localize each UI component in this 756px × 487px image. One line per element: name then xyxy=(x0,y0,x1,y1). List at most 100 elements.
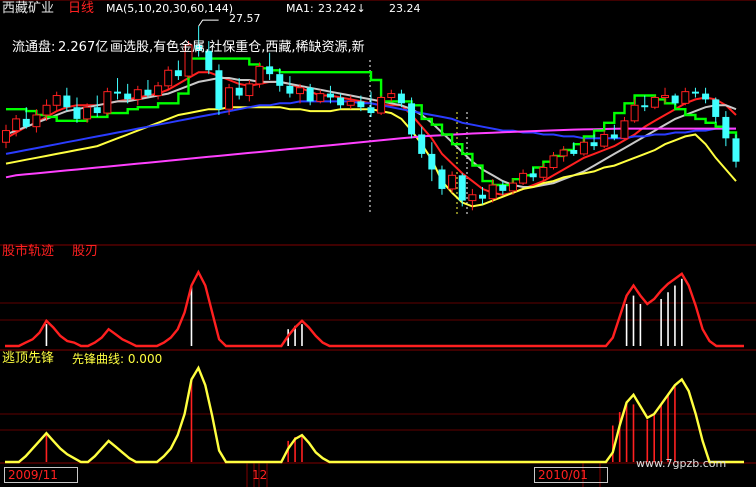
candle-body xyxy=(306,87,314,102)
candle-body xyxy=(549,155,558,169)
candle-down xyxy=(610,124,618,141)
candle-down xyxy=(499,181,507,195)
candle-up xyxy=(133,85,142,106)
candle-body xyxy=(499,185,507,191)
candle-body xyxy=(22,118,30,127)
candle-body xyxy=(590,142,598,147)
candle-down xyxy=(428,142,436,182)
candle-body xyxy=(245,83,254,97)
candle-body xyxy=(428,153,436,170)
candle-body xyxy=(610,134,618,139)
candle-body xyxy=(367,107,375,114)
candle-body xyxy=(519,172,528,184)
candle-body xyxy=(52,95,61,106)
candle-down xyxy=(712,97,720,123)
candle-up xyxy=(52,91,61,112)
pioneer-title: 逃顶先锋 xyxy=(2,351,55,366)
candle-down xyxy=(418,126,426,158)
candle-body xyxy=(468,194,477,202)
candle-down xyxy=(641,95,649,112)
date-label-mid: 12 xyxy=(252,468,268,482)
candle-body xyxy=(661,95,670,98)
candle-body xyxy=(73,107,81,119)
candle-down xyxy=(408,97,416,139)
candle-down xyxy=(266,52,274,80)
candle-body xyxy=(266,66,274,75)
candle-body xyxy=(488,184,497,200)
candle-body xyxy=(255,65,264,85)
candle-body xyxy=(83,106,92,120)
candle-body xyxy=(286,85,294,94)
candle-up xyxy=(316,89,325,104)
candle-body xyxy=(337,97,345,106)
candle-up xyxy=(559,146,568,162)
candle-body xyxy=(722,116,730,139)
candle-body xyxy=(732,138,740,162)
period-label[interactable]: 日线 xyxy=(68,2,94,16)
candle-down xyxy=(691,87,699,98)
candle-body xyxy=(479,194,487,199)
candle-body xyxy=(408,103,416,135)
candle-down xyxy=(114,78,122,100)
candle-down xyxy=(73,97,81,123)
candle-body xyxy=(2,130,10,143)
ma1-value: 23.242↓ xyxy=(318,2,366,15)
candle-body xyxy=(448,174,457,190)
candle-body xyxy=(650,96,659,108)
candle-body xyxy=(12,118,21,132)
candle-body xyxy=(235,87,243,96)
candle-body xyxy=(620,120,629,139)
candle-up xyxy=(650,95,659,110)
candle-body xyxy=(357,101,365,108)
candle-body xyxy=(559,149,568,157)
date-label-left: 2009/11 xyxy=(8,468,58,482)
candle-down xyxy=(144,79,152,98)
candle-up xyxy=(103,87,112,115)
candle-down xyxy=(174,60,182,80)
candle-body xyxy=(702,93,710,100)
candle-up xyxy=(164,66,173,90)
candle-up xyxy=(2,124,10,149)
candle-body xyxy=(144,89,152,96)
candle-down xyxy=(215,64,223,115)
candle-body xyxy=(114,91,122,94)
candle-down xyxy=(337,93,345,110)
candle-body xyxy=(641,105,649,108)
candle-up xyxy=(387,89,396,102)
candle-up xyxy=(32,109,41,133)
candle-body xyxy=(154,85,163,97)
candle-down xyxy=(438,165,446,195)
candle-up xyxy=(620,116,629,141)
candle-body xyxy=(671,95,679,104)
candle-body xyxy=(326,93,334,98)
candle-up xyxy=(488,179,497,203)
candle-body xyxy=(276,74,284,86)
candle-up xyxy=(539,163,548,182)
float-shares-value: 2.267亿 xyxy=(58,40,109,55)
candle-up xyxy=(600,130,609,149)
candle-down xyxy=(702,87,710,104)
candle-up xyxy=(579,138,588,156)
candle-body xyxy=(164,69,173,87)
candle-up xyxy=(346,95,355,110)
high-price-label: 27.57 xyxy=(229,12,261,25)
candle-body xyxy=(103,91,112,114)
candle-body xyxy=(458,175,466,201)
candle-body xyxy=(133,89,142,100)
candle-body xyxy=(63,95,71,108)
candle-body xyxy=(600,133,609,147)
candle-down xyxy=(286,76,294,98)
candle-up xyxy=(549,151,558,170)
trajectory-title: 股市轨迹 xyxy=(2,244,55,259)
candle-up xyxy=(681,87,690,106)
candle-body xyxy=(712,99,720,117)
candle-body xyxy=(215,70,223,110)
pioneer-curve-label: 先锋曲线: 0.000 xyxy=(72,352,163,366)
high-price-pointer xyxy=(198,19,219,27)
candle-down xyxy=(722,111,730,147)
candle-up xyxy=(377,95,386,115)
candle-body xyxy=(124,93,132,100)
candle-body xyxy=(570,150,578,154)
candle-down xyxy=(732,134,740,168)
candle-up xyxy=(255,62,264,88)
